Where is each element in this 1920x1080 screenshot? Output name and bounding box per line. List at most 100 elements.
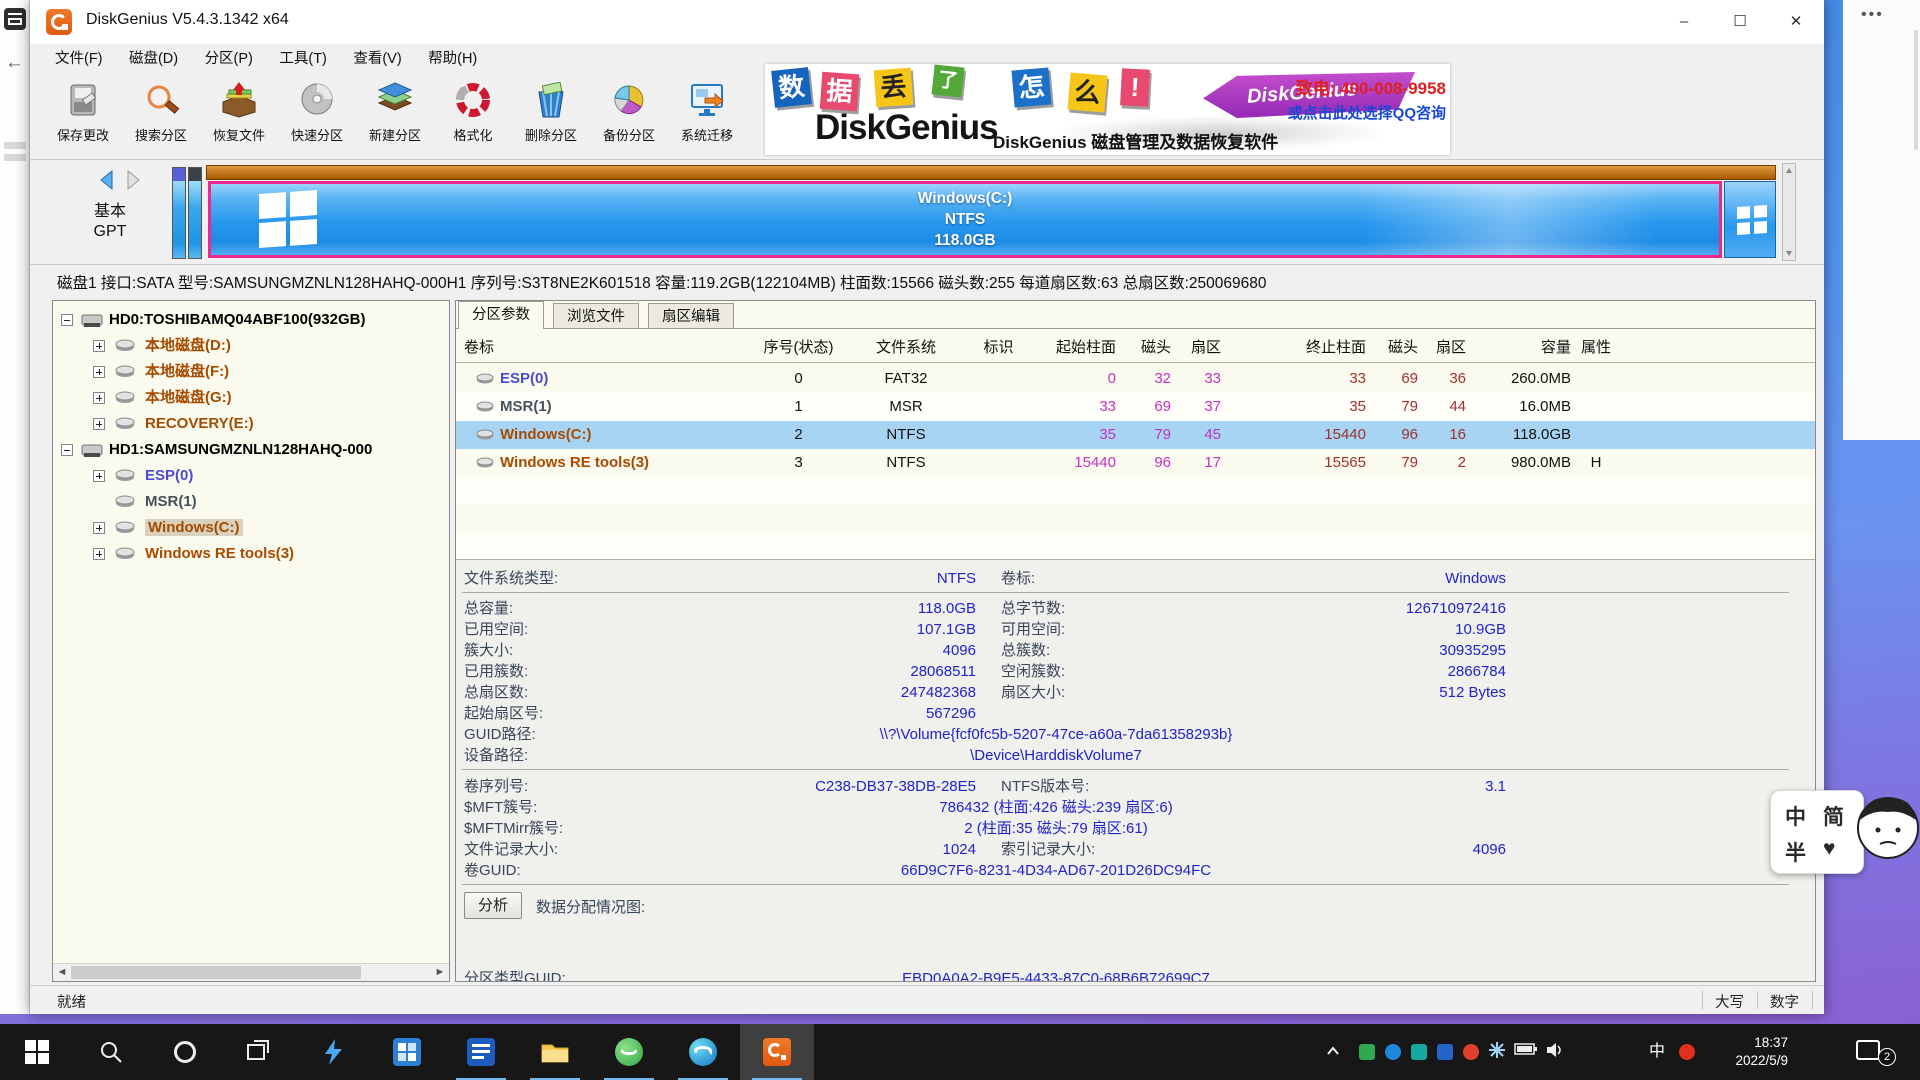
tray-volume[interactable]: [1544, 1041, 1566, 1063]
menu-view[interactable]: 查看(V): [342, 44, 412, 74]
backup-partition-icon: [609, 82, 649, 118]
taskbar-app-word[interactable]: [444, 1024, 518, 1080]
tree-item-local-f[interactable]: 本地磁盘(F:): [53, 359, 449, 385]
decor-line: [4, 142, 26, 149]
table-row-windows-c-selected[interactable]: Windows(C:) 2NTFS 357945 154409616 118.0…: [456, 421, 1815, 449]
expand-icon[interactable]: [93, 340, 105, 352]
maximize-button[interactable]: ☐: [1712, 0, 1768, 44]
partition-windows-c[interactable]: Windows(C:) NTFS 118.0GB: [208, 181, 1722, 258]
expand-icon[interactable]: [93, 392, 105, 404]
search-partition-button[interactable]: 搜索分区: [122, 76, 200, 158]
taskbar-clock[interactable]: 18:37 2022/5/9: [1702, 1034, 1788, 1070]
diskgenius-logo-icon: [46, 9, 72, 35]
menu-tools[interactable]: 工具(T): [268, 44, 338, 74]
taskbar-search-button[interactable]: [74, 1024, 148, 1080]
tree-item-recovery-e[interactable]: RECOVERY(E:): [53, 411, 449, 437]
taskbar-app-explorer[interactable]: [518, 1024, 592, 1080]
task-view-button[interactable]: [222, 1024, 296, 1080]
new-partition-button[interactable]: 新建分区: [356, 76, 434, 158]
quick-partition-button[interactable]: 快速分区: [278, 76, 356, 158]
new-partition-icon: [375, 82, 415, 118]
partition-windows-re[interactable]: [1724, 181, 1776, 258]
tab-browse-files[interactable]: 浏览文件: [553, 303, 639, 329]
tab-partition-params[interactable]: 分区参数: [458, 301, 544, 329]
tree-item-windows-re[interactable]: Windows RE tools(3): [53, 541, 449, 567]
menu-file[interactable]: 文件(F): [44, 44, 114, 74]
diskgenius-window: DiskGenius V5.4.3.1342 x64 – ☐ ✕ 文件(F) 磁…: [30, 0, 1824, 1014]
expand-icon[interactable]: [93, 522, 105, 534]
scroll-left-icon[interactable]: ◄: [53, 964, 71, 981]
taskbar-app-diskgenius[interactable]: [740, 1024, 814, 1080]
prev-disk-arrow-icon[interactable]: [96, 169, 118, 191]
ad-banner[interactable]: 数 据 丢 了 怎 么 ! DiskGenius 致电: 400-008-995…: [765, 64, 1450, 155]
expand-icon[interactable]: [93, 548, 105, 560]
collapse-icon[interactable]: [61, 444, 73, 456]
partition-filesystem: NTFS: [211, 211, 1719, 229]
analyze-button[interactable]: 分析: [464, 892, 522, 919]
cartoon-face-icon: [1852, 788, 1920, 880]
collapse-icon[interactable]: [61, 314, 73, 326]
expand-icon[interactable]: [93, 418, 105, 430]
scroll-right-icon[interactable]: ►: [431, 964, 449, 981]
next-disk-arrow-icon[interactable]: [122, 169, 144, 191]
battery-icon: [1514, 1042, 1538, 1056]
ime-indicator[interactable]: 中: [1646, 1041, 1668, 1063]
scrollbar-thumb[interactable]: [71, 966, 361, 979]
taskbar-app-edge[interactable]: [666, 1024, 740, 1080]
partition-bar-scrollbar[interactable]: [1782, 163, 1796, 261]
tab-sector-edit[interactable]: 扇区编辑: [648, 303, 734, 329]
windows-logo-icon: [1737, 205, 1767, 235]
system-migration-button[interactable]: 系统迁移: [668, 76, 746, 158]
tray-icon-onedrive[interactable]: [1434, 1041, 1456, 1063]
recover-files-button[interactable]: 恢复文件: [200, 76, 278, 158]
menu-partition[interactable]: 分区(P): [194, 44, 264, 74]
tray-icon-snowflake[interactable]: [1486, 1041, 1508, 1063]
tray-battery[interactable]: [1514, 1041, 1536, 1063]
expand-icon[interactable]: [93, 366, 105, 378]
task-view-icon: [246, 1039, 272, 1065]
tray-icon-teal[interactable]: [1408, 1041, 1430, 1063]
action-center-button[interactable]: 2: [1856, 1038, 1896, 1066]
tray-icon-blue-circle[interactable]: [1382, 1041, 1404, 1063]
tree-item-hd1[interactable]: HD1:SAMSUNGMZNLN128HAHQ-000: [53, 437, 449, 463]
tray-icon-green[interactable]: [1356, 1041, 1378, 1063]
tree-item-local-d[interactable]: 本地磁盘(D:): [53, 333, 449, 359]
background-window-left: ←: [0, 0, 30, 1014]
tree-horizontal-scrollbar[interactable]: ◄ ►: [53, 963, 449, 981]
toolbar-label: 新建分区: [356, 125, 434, 144]
partition-strip-msr[interactable]: [188, 167, 202, 259]
toolbar-label: 快速分区: [278, 125, 356, 144]
save-changes-button[interactable]: 保存更改: [44, 76, 122, 158]
tree-item-local-g[interactable]: 本地磁盘(G:): [53, 385, 449, 411]
toolbar: 保存更改 搜索分区 恢复文件 快速分区 新建分区 格式化: [30, 74, 1824, 160]
tree-item-msr[interactable]: MSR(1): [53, 489, 449, 515]
taskbar-app-store[interactable]: [370, 1024, 444, 1080]
expand-icon[interactable]: [93, 470, 105, 482]
table-row-windows-re[interactable]: Windows RE tools(3) 3NTFS 154409617 1556…: [456, 449, 1815, 477]
tree-item-hd0[interactable]: HD0:TOSHIBAMQ04ABF100(932GB): [53, 307, 449, 333]
minimize-button[interactable]: –: [1656, 0, 1712, 44]
tree-item-windows-c[interactable]: Windows(C:): [53, 515, 449, 541]
tray-icon-red[interactable]: [1460, 1041, 1482, 1063]
table-row-msr[interactable]: MSR(1) 1MSR 336937 357944 16.0MB: [456, 393, 1815, 421]
partition-strip-esp[interactable]: [172, 167, 186, 259]
taskbar-app-lightning[interactable]: [296, 1024, 370, 1080]
status-bar: 就绪 大写 数字: [30, 985, 1824, 1014]
backup-partition-button[interactable]: 备份分区: [590, 76, 668, 158]
status-text: 就绪: [57, 991, 86, 1012]
taskbar-app-green-browser[interactable]: [592, 1024, 666, 1080]
table-row-esp[interactable]: ESP(0) 0FAT32 03233 336936 260.0MB: [456, 365, 1815, 393]
tray-icon-sogou[interactable]: [1676, 1041, 1698, 1063]
cortana-button[interactable]: [148, 1024, 222, 1080]
format-button[interactable]: 格式化: [434, 76, 512, 158]
menu-disk[interactable]: 磁盘(D): [118, 44, 189, 74]
disk-tree-panel: HD0:TOSHIBAMQ04ABF100(932GB) 本地磁盘(D:) 本地…: [52, 300, 450, 982]
tray-expand-button[interactable]: [1322, 1041, 1344, 1063]
close-button[interactable]: ✕: [1768, 0, 1824, 44]
delete-partition-button[interactable]: 删除分区: [512, 76, 590, 158]
tree-item-esp[interactable]: ESP(0): [53, 463, 449, 489]
menu-help[interactable]: 帮助(H): [417, 44, 488, 74]
start-button[interactable]: [0, 1024, 74, 1080]
banner-tile: 怎: [1011, 67, 1051, 107]
start-icon: [25, 1040, 49, 1064]
